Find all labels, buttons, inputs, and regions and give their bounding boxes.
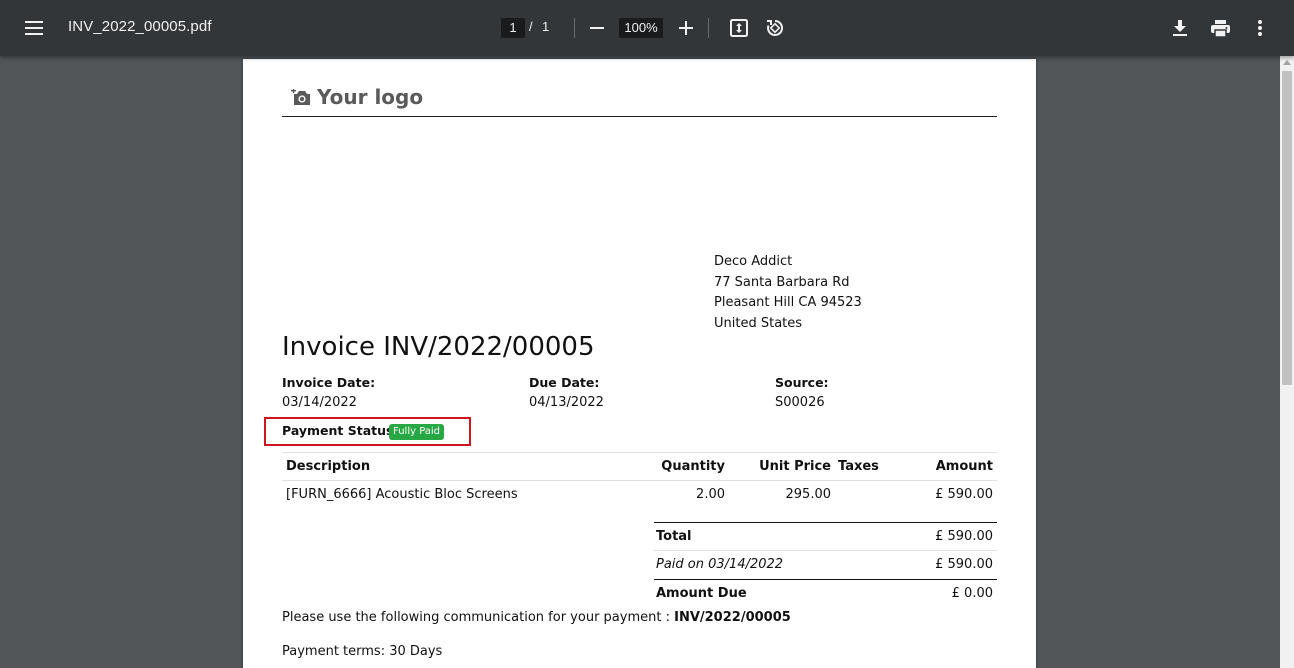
amount-due-rule [654,579,997,580]
customer-address: Deco Addict 77 Santa Barbara Rd Pleasant… [714,252,862,334]
paid-on-label: Paid on 03/14/2022 [656,557,784,572]
toolbar-divider [708,18,709,38]
total-label: Total [656,529,692,544]
document-title: INV_2022_00005.pdf [68,18,212,35]
col-header-quantity: Quantity [661,459,725,474]
payment-communication: Please use the following communication f… [282,610,791,625]
company-logo: Your logo [291,85,423,109]
rotate-icon[interactable] [763,16,787,40]
source-value: S00026 [775,395,825,410]
payment-status-label: Payment Status : [282,423,403,438]
communication-text: Please use the following communication f… [282,610,670,625]
col-header-amount: Amount [935,459,993,474]
download-icon[interactable] [1169,16,1191,40]
amount-due-label: Amount Due [656,586,747,601]
payment-terms: Payment terms: 30 Days [282,644,443,659]
row-amount: £ 590.00 [935,487,993,502]
logo-text: Your logo [317,85,424,109]
pdf-toolbar: INV_2022_00005.pdf 1 / 1 100% [0,0,1294,56]
totals-rule [654,550,997,551]
toolbar-divider [574,18,575,38]
header-divider [282,116,997,117]
col-header-unit-price: Unit Price [759,459,831,474]
col-header-description: Description [286,459,371,474]
paid-value: £ 590.00 [935,557,993,572]
camera-icon [291,88,310,105]
scroll-up-arrow-icon[interactable] [1283,60,1291,65]
print-icon[interactable] [1208,16,1232,40]
due-date: 04/13/2022 [529,395,604,410]
due-date-label: Due Date: [529,375,600,390]
totals-top-rule [654,522,997,523]
invoice-date-label: Invoice Date: [282,375,376,390]
invoice-title: Invoice INV/2022/00005 [282,332,595,362]
col-header-taxes: Taxes [838,459,879,474]
row-quantity: 2.00 [696,487,725,502]
communication-reference: INV/2022/00005 [674,610,791,625]
payment-status-badge: Fully Paid [389,424,445,440]
scrollbar-thumb[interactable] [1282,71,1292,385]
amount-due-value: £ 0.00 [951,586,993,601]
address-line: 77 Santa Barbara Rd [714,274,850,290]
menu-icon[interactable] [20,16,48,40]
fit-page-icon[interactable] [728,17,750,39]
source-label: Source: [775,375,829,390]
invoice-date: 03/14/2022 [282,395,357,410]
table-header-rule [282,480,997,481]
zoom-in-icon[interactable] [675,17,697,39]
total-value: £ 590.00 [935,529,993,544]
zoom-out-icon[interactable] [586,17,608,39]
address-line: Pleasant Hill CA 94523 [714,295,862,310]
pdf-page: Your logo Deco Addict 77 Santa Barbara R… [243,59,1036,668]
page-number-input[interactable]: 1 [501,18,525,38]
row-unit-price: 295.00 [785,487,832,502]
table-top-rule [282,452,997,453]
zoom-level-input[interactable]: 100% [619,18,663,38]
address-country: United States [714,315,803,331]
more-options-icon[interactable] [1250,16,1270,40]
customer-name: Deco Addict [714,254,793,269]
page-total: 1 [542,19,550,34]
page-separator: / [529,19,533,34]
row-description: [FURN_6666] Acoustic Bloc Screens [286,487,518,502]
